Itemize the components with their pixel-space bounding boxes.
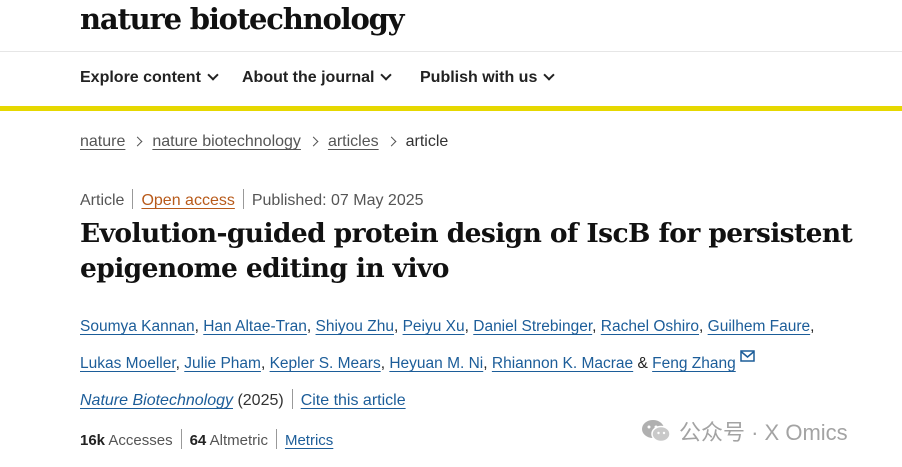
chevron-down-icon — [543, 69, 556, 81]
watermark-text: 公众号 · X Omics — [679, 420, 848, 445]
author-link[interactable]: Rachel Oshiro — [601, 318, 699, 335]
article-title: Evolution-guided protein design of IscB … — [80, 218, 853, 284]
nav-item-label: About the journal — [242, 69, 375, 86]
chevron-right-icon — [132, 136, 143, 147]
accesses-label: Accesses — [108, 432, 173, 449]
altmetric-score: 64 — [189, 432, 207, 449]
author-list: Soumya Kannan, Han Altae-Tran, Shiyou Zh… — [80, 318, 815, 373]
author-conjunction: & — [637, 355, 648, 372]
author-link[interactable]: Julie Pham — [184, 355, 261, 372]
metrics-link[interactable]: Metrics — [285, 432, 333, 449]
main-nav: Explore content About the journal Publis… — [0, 52, 902, 106]
open-access-link[interactable]: Open access — [141, 192, 234, 209]
divider — [242, 189, 244, 209]
nav-about-the-journal[interactable]: About the journal — [242, 69, 393, 87]
article-meta: Article Open access Published: 07 May 2025 — [80, 189, 424, 210]
cite-this-article-link[interactable]: Cite this article — [301, 392, 406, 409]
published-date: Published: 07 May 2025 — [251, 192, 424, 209]
author-link[interactable]: Lukas Moeller — [80, 355, 176, 372]
nav-item-label: Explore content — [80, 69, 201, 86]
citation-year: (2025) — [237, 392, 284, 409]
divider — [132, 189, 134, 209]
breadcrumb: nature nature biotechnology articles articl… — [80, 133, 448, 151]
article-type: Article — [80, 192, 125, 209]
nav-accent-bar — [0, 106, 902, 111]
masthead: nature biotechnology — [0, 0, 902, 52]
accesses-count: 16k — [80, 432, 106, 449]
chevron-right-icon — [308, 136, 319, 147]
nav-item-label: Publish with us — [420, 69, 538, 86]
wechat-icon — [642, 420, 671, 443]
breadcrumb-nature-biotechnology[interactable]: nature biotechnology — [152, 133, 301, 150]
breadcrumb-nature[interactable]: nature — [80, 133, 125, 150]
author-link[interactable]: Peiyu Xu — [403, 318, 465, 335]
author-link[interactable]: Rhiannon K. Macrae — [492, 355, 633, 372]
chevron-right-icon — [386, 136, 397, 147]
journal-link[interactable]: Nature Biotechnology — [80, 392, 233, 409]
watermark: 公众号 · X Omics — [641, 416, 848, 446]
author-link[interactable]: Daniel Strebinger — [473, 318, 592, 335]
author-link[interactable]: Kepler S. Mears — [270, 355, 381, 372]
metrics-bar: 16k Accesses 64 Altmetric Metrics — [80, 429, 333, 449]
author-link[interactable]: Soumya Kannan — [80, 318, 195, 335]
chevron-down-icon — [380, 69, 393, 81]
journal-logo[interactable]: nature biotechnology — [80, 2, 405, 36]
citation-line: Nature Biotechnology (2025) Cite this art… — [80, 389, 406, 410]
divider — [291, 389, 293, 409]
nav-publish-with-us[interactable]: Publish with us — [420, 69, 556, 87]
author-link[interactable]: Guilhem Faure — [708, 318, 811, 335]
breadcrumb-articles[interactable]: articles — [328, 133, 379, 150]
author-link[interactable]: Han Altae-Tran — [203, 318, 307, 335]
altmetric-label: Altmetric — [209, 432, 268, 449]
author-link[interactable]: Heyuan M. Ni — [389, 355, 483, 372]
breadcrumb-current: article — [405, 133, 449, 150]
divider — [275, 429, 277, 449]
nav-explore-content[interactable]: Explore content — [80, 69, 219, 87]
chevron-down-icon — [207, 69, 219, 81]
divider — [180, 429, 182, 449]
author-link[interactable]: Shiyou Zhu — [316, 318, 394, 335]
mail-icon[interactable] — [740, 342, 755, 373]
author-link[interactable]: Feng Zhang — [652, 355, 736, 372]
